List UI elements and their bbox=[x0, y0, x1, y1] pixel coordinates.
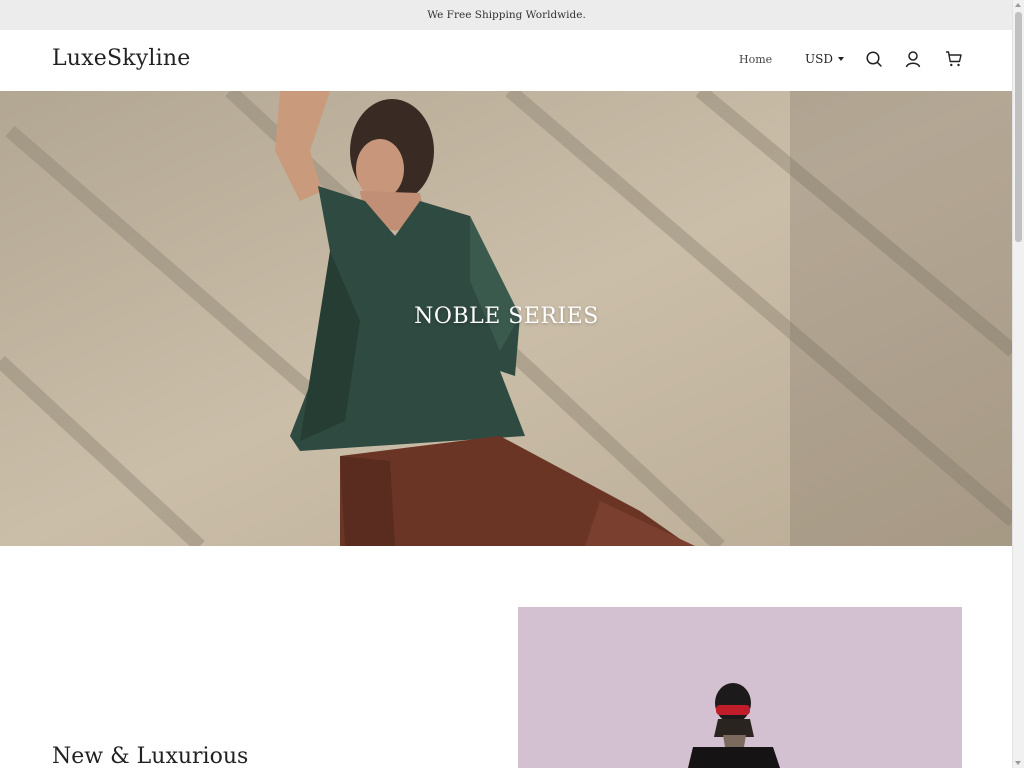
account-icon[interactable] bbox=[904, 50, 922, 68]
site-logo[interactable]: LuxeSkyline bbox=[52, 46, 191, 71]
hero-title: NOBLE SERIES bbox=[414, 304, 599, 329]
section-heading: New & Luxurious bbox=[52, 744, 249, 769]
scroll-down-arrow-icon[interactable] bbox=[1015, 761, 1021, 765]
search-icon[interactable] bbox=[865, 50, 883, 68]
promo-image[interactable] bbox=[518, 607, 962, 768]
page-scrollbar[interactable] bbox=[1012, 0, 1024, 768]
chevron-down-icon bbox=[837, 57, 844, 61]
scroll-up-arrow-icon[interactable] bbox=[1015, 3, 1021, 7]
hero-banner[interactable]: NOBLE SERIES bbox=[0, 91, 1013, 546]
scrollbar-thumb[interactable] bbox=[1015, 12, 1022, 242]
announcement-bar: We Free Shipping Worldwide. bbox=[0, 0, 1013, 30]
announcement-text: We Free Shipping Worldwide. bbox=[427, 9, 586, 21]
currency-label: USD bbox=[805, 52, 833, 66]
model-portrait-image bbox=[518, 607, 962, 768]
currency-selector[interactable]: USD bbox=[805, 52, 844, 66]
site-header: LuxeSkyline Home USD bbox=[0, 30, 1013, 92]
cart-icon[interactable] bbox=[945, 50, 963, 68]
nav-link-home[interactable]: Home bbox=[739, 53, 772, 66]
